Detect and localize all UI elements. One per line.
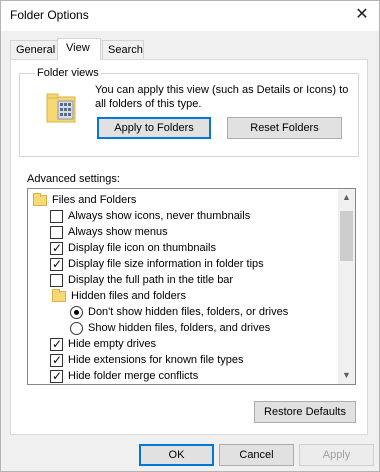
radio-button[interactable] (70, 322, 83, 335)
checkmark-icon: ✓ (52, 369, 63, 383)
checkbox[interactable]: ✓ (50, 369, 63, 383)
apply-button: Apply (299, 444, 374, 466)
setting-radio-item[interactable]: Don't show hidden files, folders, or dri… (28, 304, 338, 320)
setting-checkbox-item[interactable]: Display the full path in the title bar (28, 272, 338, 288)
folder-views-label: Folder views (35, 67, 101, 79)
setting-checkbox-item[interactable]: ✓ Display file icon on thumbnails (28, 240, 338, 256)
scrollbar-thumb[interactable] (340, 211, 353, 261)
setting-label: Show hidden files, folders, and drives (88, 322, 271, 334)
checkbox[interactable]: ✓ (50, 337, 63, 351)
checkmark-icon: ✓ (52, 337, 63, 351)
advanced-settings-list[interactable]: Files and Folders Always show icons, neve… (27, 188, 356, 385)
setting-checkbox-item[interactable]: Always show icons, never thumbnails (28, 208, 338, 224)
scroll-down-icon[interactable]: ▼ (338, 367, 355, 384)
checkmark-icon: ✓ (52, 241, 63, 255)
close-icon[interactable]: ✕ (345, 1, 379, 31)
setting-label: Display the full path in the title bar (68, 274, 234, 286)
radio-dot-icon (74, 310, 79, 315)
setting-label: Hide extensions for known file types (68, 354, 244, 366)
window-title: Folder Options (10, 8, 89, 22)
tab-search[interactable]: Search (102, 40, 144, 60)
setting-label: Hide empty drives (68, 338, 157, 350)
folder-options-window: Folder Options ✕ General View Search Fol… (0, 0, 380, 472)
setting-checkbox-item[interactable]: ✓ Display file size information in folder… (28, 256, 338, 272)
tab-view[interactable]: View (57, 38, 101, 60)
radio-button[interactable] (70, 306, 83, 319)
checkbox[interactable] (50, 210, 63, 223)
checkbox[interactable]: ✓ (50, 241, 63, 255)
setting-label: Always show icons, never thumbnails (68, 210, 251, 222)
checkmark-icon: ✓ (52, 257, 63, 271)
scroll-up-icon[interactable]: ▲ (338, 189, 355, 206)
folder-icon (33, 193, 47, 206)
setting-checkbox-item[interactable]: ✓ Hide folder merge conflicts (28, 368, 338, 384)
tab-general[interactable]: General (10, 40, 58, 60)
vertical-scrollbar[interactable]: ▲ ▼ (338, 189, 355, 384)
folder-grid-icon (46, 93, 76, 123)
setting-label: Display file size information in folder … (68, 258, 264, 270)
checkbox[interactable]: ✓ (50, 353, 63, 367)
checkbox[interactable] (50, 226, 63, 239)
restore-defaults-button[interactable]: Restore Defaults (254, 401, 356, 423)
advanced-settings-label: Advanced settings: (27, 173, 120, 185)
setting-label: Hidden files and folders (71, 290, 186, 302)
tree-folder-item[interactable]: Files and Folders (28, 192, 338, 208)
folder-views-description: You can apply this view (such as Details… (95, 84, 349, 110)
setting-label: Always show menus (68, 226, 168, 238)
cancel-button[interactable]: Cancel (219, 444, 294, 466)
setting-checkbox-item[interactable]: ✓ Hide extensions for known file types (28, 352, 338, 368)
title-bar[interactable]: Folder Options ✕ (1, 1, 379, 31)
setting-label: Display file icon on thumbnails (68, 242, 216, 254)
checkbox[interactable]: ✓ (50, 257, 63, 271)
setting-label: Files and Folders (52, 194, 137, 206)
checkmark-icon: ✓ (52, 353, 63, 367)
setting-label: Don't show hidden files, folders, or dri… (88, 306, 289, 318)
setting-radio-item[interactable]: Show hidden files, folders, and drives (28, 320, 338, 336)
ok-button[interactable]: OK (139, 444, 214, 466)
setting-label: Hide folder merge conflicts (68, 370, 199, 382)
checkbox[interactable] (50, 274, 63, 287)
setting-checkbox-item[interactable]: Always show menus (28, 224, 338, 240)
apply-to-folders-button[interactable]: Apply to Folders (97, 117, 211, 139)
setting-checkbox-item[interactable]: ✓ Hide empty drives (28, 336, 338, 352)
reset-folders-button[interactable]: Reset Folders (227, 117, 342, 139)
folder-icon (52, 289, 66, 302)
tree-folder-item[interactable]: Hidden files and folders (28, 288, 338, 304)
